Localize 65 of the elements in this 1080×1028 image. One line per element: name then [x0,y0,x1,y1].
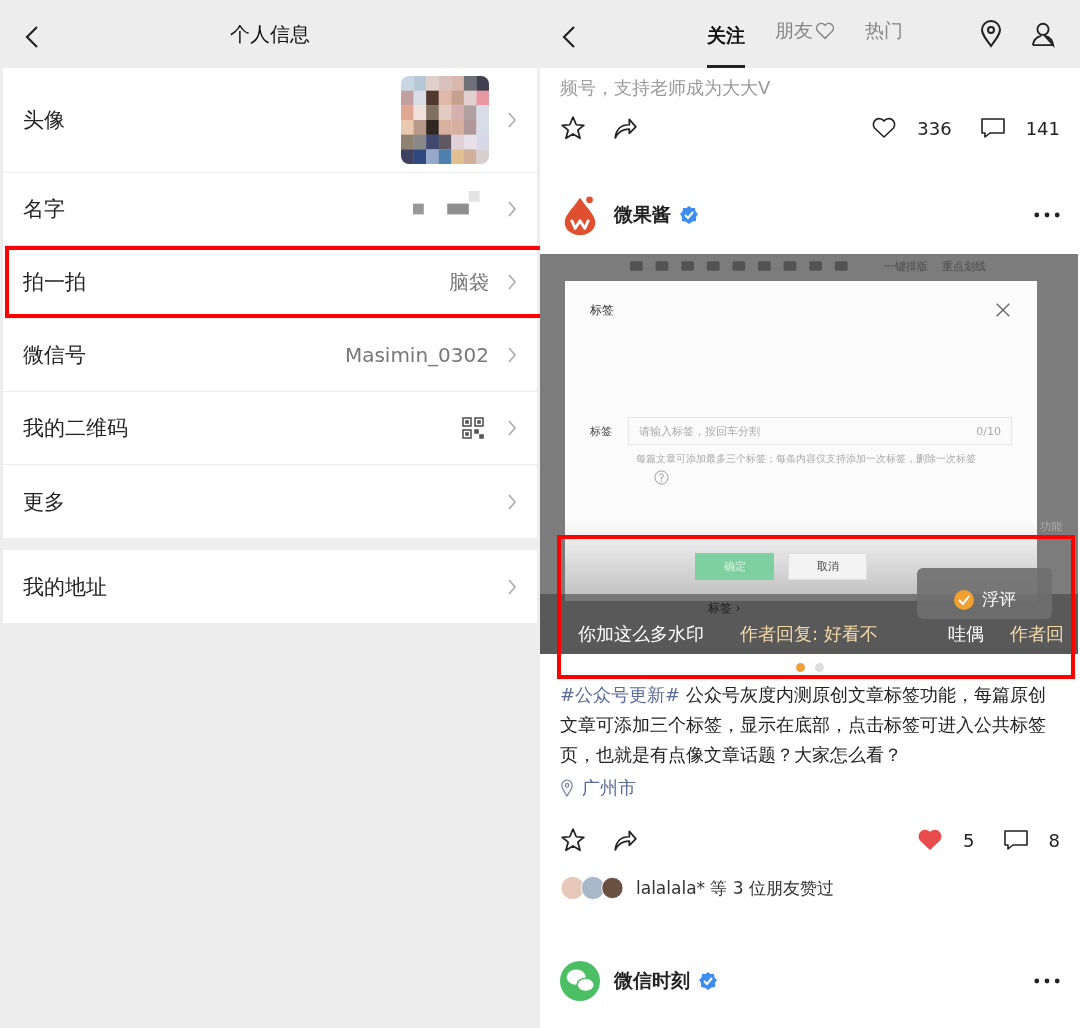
bullet-comment: 作者回复: 好看不 [740,622,878,646]
more-icon[interactable] [1034,978,1060,984]
post-text: #公众号更新# 公众号灰度内测原创文章标签功能，每篇原创文章可添加三个标签，显示在底部，点击标签可进入公共标签页，也就是有点像文章话题？大家怎么看？ [560,683,1047,767]
location-pin-icon [560,779,574,797]
back-icon[interactable] [562,25,576,49]
back-icon[interactable] [25,25,39,49]
chevron-right-icon [507,111,517,129]
location-link[interactable]: 广州市 [582,776,636,800]
app-logo-icon [560,960,600,1002]
comment-icon[interactable] [979,115,1006,141]
like-count: 5 [963,829,975,851]
row-label: 微信号 [23,342,87,369]
close-icon [994,301,1012,319]
chevron-right-icon [507,346,517,364]
row-label: 我的地址 [23,573,108,601]
settings-row[interactable]: 我的二维码 [3,392,537,465]
bullet-comment: 哇偶 [948,622,984,646]
comment-icon[interactable] [1002,827,1029,853]
bullet-comment: 你加这么多水印 [578,622,704,646]
row-value: Masimin_0302 [344,343,489,367]
post-text: 频号，支持老师成为大大V [560,76,772,100]
settings-row[interactable]: 更多 [3,465,537,538]
row-value: 脑袋 [449,268,489,296]
checkbox-label: 标签 › [708,600,741,617]
liked-by-text: lalalala* 等 3 位朋友赞过 [636,876,835,900]
chevron-right-icon [507,492,517,511]
chevron-right-icon [507,200,517,218]
row-label: 拍一拍 [23,269,87,296]
heart-icon[interactable] [871,115,898,141]
field-label: 标签 [590,423,612,439]
settings-row[interactable]: 微信号 Masimin_0302 [3,319,537,392]
character-counter: 0/10 [976,424,1001,438]
bullet-comment: 作者回 [1010,622,1064,646]
chevron-right-icon [507,419,517,437]
dialog-title: 标签 [590,301,614,319]
page-dot[interactable] [815,662,824,672]
author-name[interactable]: 微信时刻 [614,968,690,994]
more-icon[interactable] [1034,212,1060,218]
star-icon[interactable] [560,115,586,141]
float-comment-button[interactable]: 浮评 [917,568,1052,619]
comment-count: 141 [1025,117,1060,139]
qr-code-icon [461,416,485,440]
person-icon[interactable] [1030,20,1056,48]
friend-avatars-drawing [560,875,626,901]
author-name[interactable]: 微果酱 [614,202,671,228]
chevron-right-icon [507,577,517,596]
page-title: 个人信息 [230,20,310,48]
share-icon[interactable] [612,115,638,141]
settings-row[interactable]: 头像 [3,68,537,173]
placeholder-text: 请输入标签，按回车分割 [639,423,760,439]
help-icon [654,470,669,485]
location-pin-icon[interactable] [978,20,1004,48]
row-label: 头像 [23,107,66,134]
row-label: 名字 [23,196,66,223]
share-icon[interactable] [612,827,638,853]
check-icon [953,589,974,610]
star-icon[interactable] [560,827,586,853]
like-count: 336 [917,117,952,139]
comment-count: 8 [1048,829,1060,851]
chevron-right-icon [507,273,517,291]
row-label: 我的二维码 [23,415,129,442]
row-label: 更多 [23,488,66,516]
settings-row[interactable]: 名字 [3,173,537,246]
page-dot[interactable] [796,662,805,672]
settings-row[interactable]: 我的地址 [3,550,537,623]
